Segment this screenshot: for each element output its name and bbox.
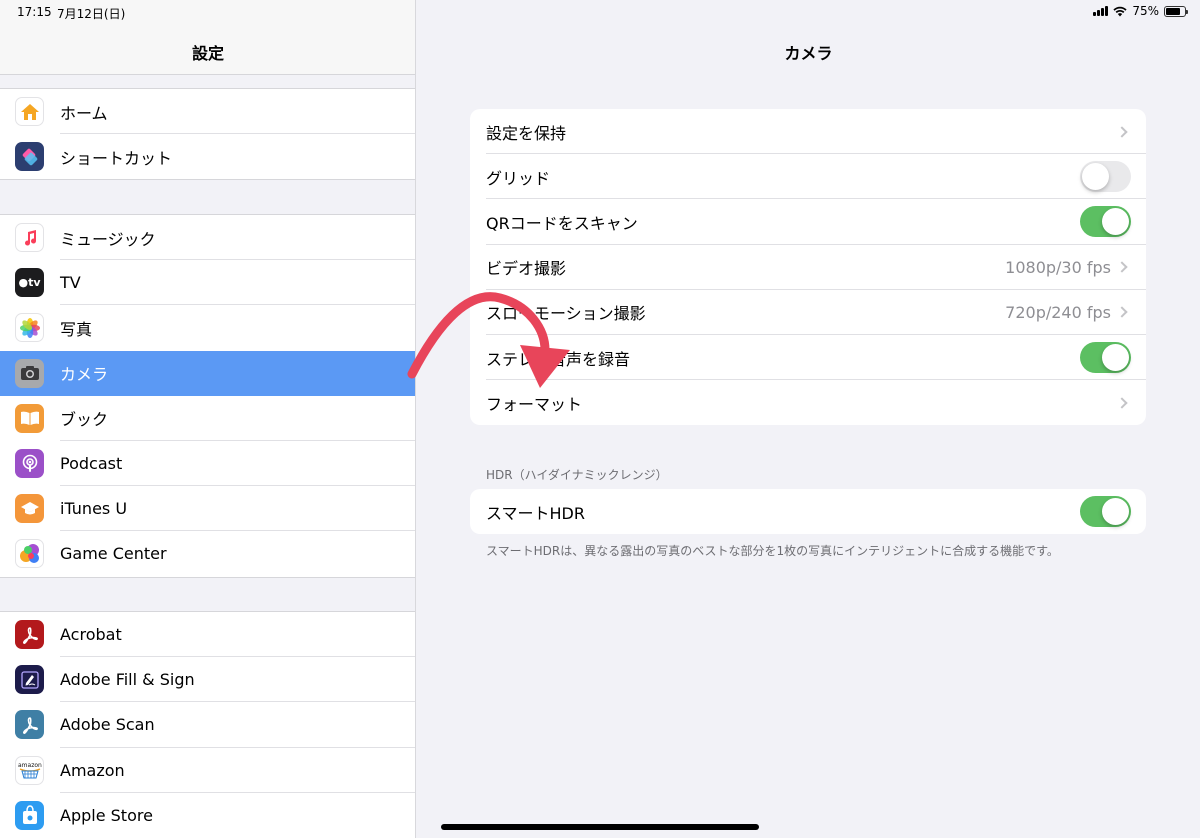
setting-row[interactable]: グリッド <box>470 154 1146 200</box>
sidebar-item-label: ショートカット <box>60 148 173 168</box>
sidebar-item-tv[interactable]: ●tv TV <box>0 260 415 306</box>
setting-label: ビデオ撮影 <box>486 259 567 279</box>
sidebar-item-photos[interactable]: 写真 <box>0 305 415 350</box>
setting-row[interactable]: 設定を保持 <box>470 109 1146 155</box>
setting-label: スマートHDR <box>486 503 585 523</box>
setting-row[interactable]: ビデオ撮影 1080p/30 fps <box>470 245 1146 290</box>
hdr-section-footer: スマートHDRは、異なる露出の写真のベストな部分を1枚の写真にインテリジェントに… <box>486 544 1059 558</box>
setting-toggle[interactable] <box>1080 496 1131 528</box>
chevron-right-icon <box>1116 306 1128 319</box>
hdr-settings-card: スマートHDR <box>470 489 1146 535</box>
books-icon <box>15 403 44 433</box>
sidebar-item-label: iTunes U <box>60 499 128 519</box>
sidebar-item-amazon[interactable]: amazon Amazon <box>0 748 415 793</box>
detail-title: カメラ <box>784 44 833 63</box>
sidebar-item-label: Podcast <box>60 454 123 474</box>
home-indicator[interactable] <box>441 824 759 830</box>
camera-icon <box>15 358 44 388</box>
music-icon <box>15 223 44 253</box>
camera-settings-card: 設定を保持グリッド QRコードをスキャン ビデオ撮影 1080p/30 fps スローモ… <box>470 109 1146 426</box>
setting-row[interactable]: QRコードをスキャン <box>470 199 1146 245</box>
photos-icon <box>15 313 44 343</box>
sidebar-item-label: Amazon <box>60 760 125 780</box>
setting-label: フォーマット <box>486 394 583 414</box>
sidebar-item-label: カメラ <box>60 365 109 385</box>
chevron-right-icon <box>1116 397 1128 409</box>
setting-value: 720p/240 fps <box>1005 302 1111 322</box>
cellular-signal-icon <box>1093 6 1109 16</box>
battery-fill <box>1166 7 1180 15</box>
sidebar-item-label: 写真 <box>60 319 93 339</box>
setting-label: グリッド <box>486 168 551 188</box>
sidebar-item-adobe-fill-sign[interactable]: Adobe Fill & Sign <box>0 657 415 703</box>
sidebar-item-label: Adobe Fill & Sign <box>60 670 195 690</box>
settings-sidebar: 設定 ホームショートカット ミュージック ●tv TV 写真カメラブック Podcast… <box>0 0 416 838</box>
sidebar-title: 設定 <box>191 44 224 63</box>
setting-toggle[interactable] <box>1080 161 1131 193</box>
sidebar-item-home[interactable]: ホーム <box>0 89 415 135</box>
shortcuts-icon <box>15 142 44 172</box>
setting-label: スローモーション撮影 <box>486 304 646 324</box>
battery-percent: 75% <box>1132 4 1159 18</box>
sidebar-group-1: ホームショートカット <box>0 88 415 181</box>
sidebar-item-label: Apple Store <box>60 805 153 825</box>
chevron-right-icon <box>1116 125 1128 138</box>
sidebar-item-label: Acrobat <box>60 625 122 645</box>
chevron-right-icon <box>1116 261 1128 273</box>
svg-text:amazon: amazon <box>18 762 42 769</box>
toggle-knob <box>1082 163 1109 191</box>
status-date: 7月12日(日) <box>57 7 126 21</box>
sidebar-item-acrobat[interactable]: Acrobat <box>0 612 415 658</box>
status-time: 17:15 <box>17 5 52 19</box>
sidebar-item-label: ミュージック <box>60 229 156 249</box>
sidebar-item-adobe-scan[interactable]: Adobe Scan <box>0 702 415 748</box>
sidebar-item-label: ブック <box>60 410 109 430</box>
setting-label: ステレオ音声を録音 <box>486 349 631 369</box>
sidebar-item-camera[interactable]: カメラ <box>0 350 415 396</box>
fill-sign-icon <box>15 665 44 695</box>
itunes-u-icon <box>15 494 44 524</box>
status-indicators: 75% <box>1093 4 1188 18</box>
setting-row[interactable]: ステレオ音声を録音 <box>470 335 1146 381</box>
setting-label: QRコードをスキャン <box>486 213 638 233</box>
adobe-scan-icon <box>15 710 44 740</box>
setting-toggle[interactable] <box>1080 342 1131 374</box>
status-bar: 17:15 7月12日(日) 75% <box>0 0 1200 24</box>
hdr-section-header: HDR（ハイダイナミックレンジ） <box>486 468 668 482</box>
battery-icon <box>1164 5 1188 17</box>
sidebar-item-itunes-u[interactable]: iTunes U <box>0 486 415 532</box>
setting-row[interactable]: フォーマット <box>470 380 1146 425</box>
sidebar-item-podcast[interactable]: Podcast <box>0 441 415 487</box>
setting-row[interactable]: スマートHDR <box>470 489 1146 534</box>
podcast-icon <box>15 449 44 479</box>
toggle-knob <box>1102 498 1129 526</box>
setting-row[interactable]: スローモーション撮影 720p/240 fps <box>470 290 1146 335</box>
setting-label: 設定を保持 <box>486 123 567 143</box>
acrobat-icon <box>15 620 44 650</box>
sidebar-item-apple-store[interactable]: Apple Store <box>0 793 415 838</box>
sidebar-item-label: TV <box>60 273 81 293</box>
game-center-icon <box>15 539 44 569</box>
sidebar-item-music[interactable]: ミュージック <box>0 215 415 261</box>
wifi-icon <box>1113 6 1127 16</box>
tv-icon: ●tv <box>15 268 44 298</box>
sidebar-item-label: Game Center <box>60 544 167 564</box>
sidebar-group-3: Acrobat Adobe Fill & Sign Adobe Scan amazon… <box>0 611 415 838</box>
setting-toggle[interactable] <box>1080 206 1131 238</box>
toggle-knob <box>1102 344 1129 372</box>
sidebar-group-2: ミュージック ●tv TV 写真カメラブック Podcast iTunes U Game C… <box>0 214 415 578</box>
sidebar-item-label: ホーム <box>60 103 108 123</box>
toggle-knob <box>1102 208 1129 236</box>
home-icon <box>15 97 44 127</box>
sidebar-item-shortcuts[interactable]: ショートカット <box>0 134 415 179</box>
sidebar-item-books[interactable]: ブック <box>0 396 415 441</box>
sidebar-item-label: Adobe Scan <box>60 715 155 735</box>
amazon-icon: amazon <box>15 755 44 785</box>
setting-value: 1080p/30 fps <box>1005 257 1111 277</box>
apple-store-icon <box>15 800 44 830</box>
sidebar-item-game-center[interactable]: Game Center <box>0 531 415 576</box>
